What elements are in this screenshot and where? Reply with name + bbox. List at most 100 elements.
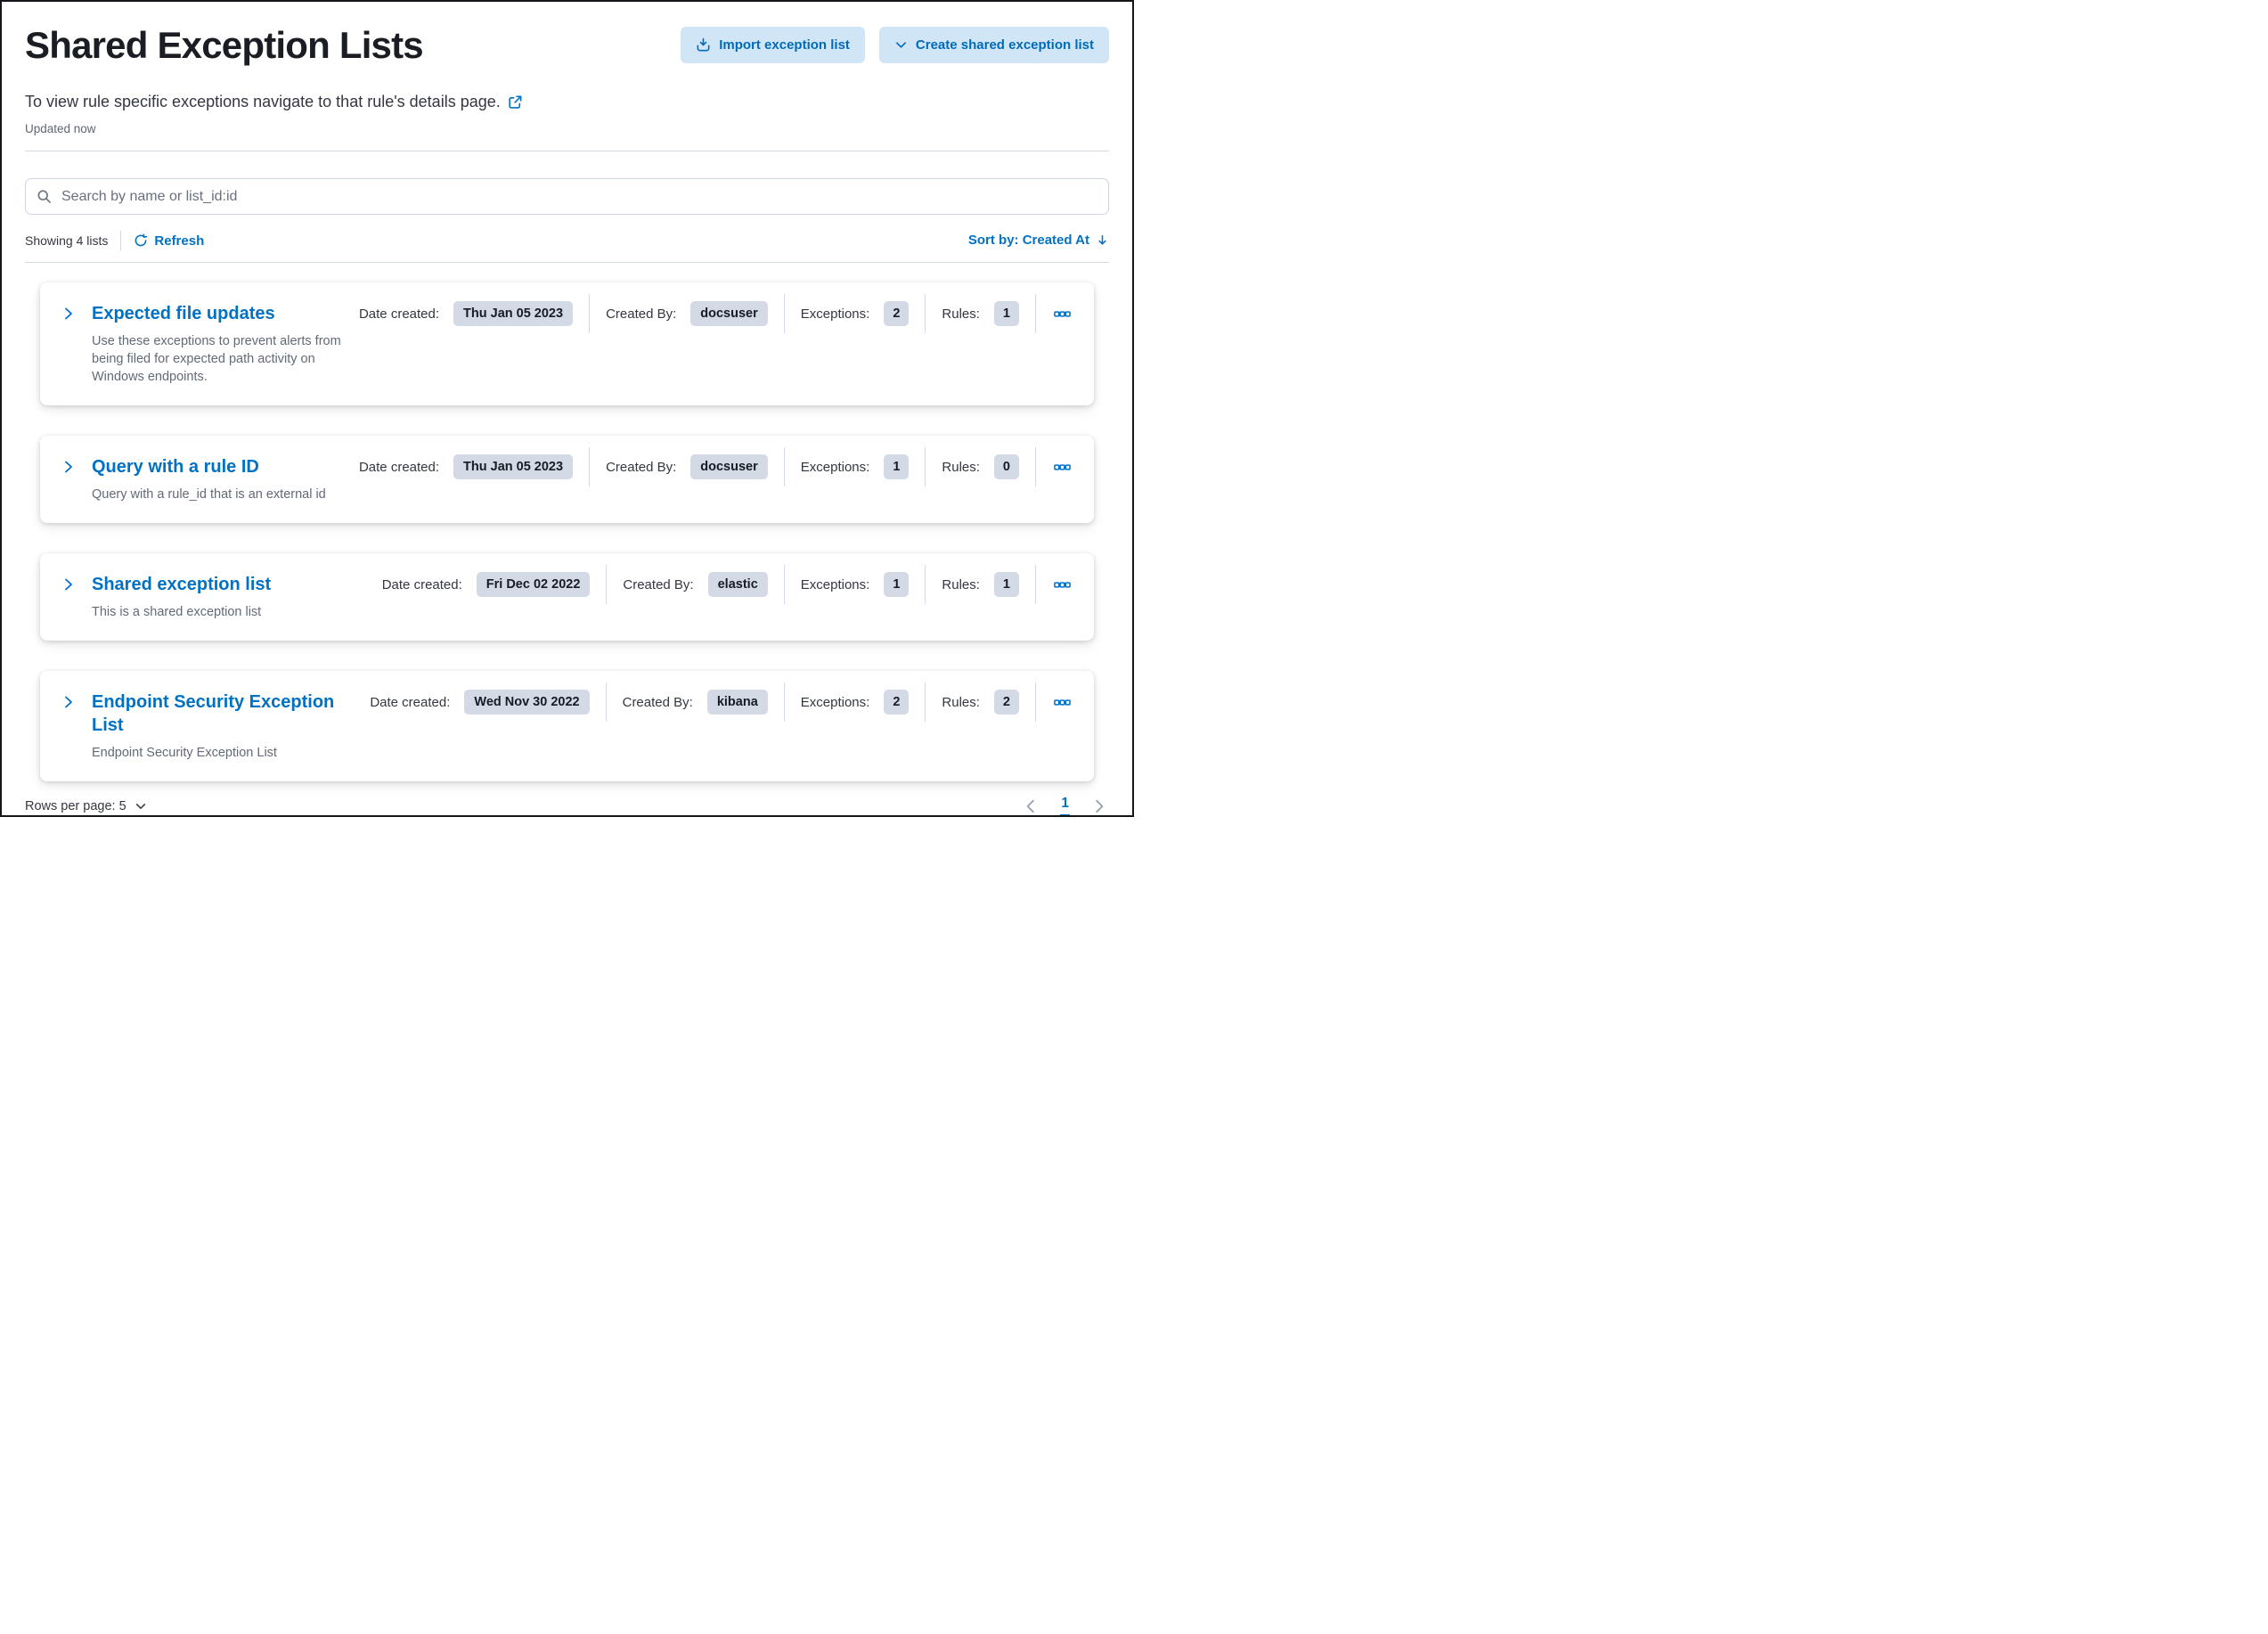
created-by-label: Created By: (606, 306, 677, 322)
created-by-badge: docsuser (690, 300, 768, 327)
list-actions-menu-button[interactable] (1052, 575, 1073, 595)
date-created-badge: Wed Nov 30 2022 (464, 689, 590, 715)
sort-by-button[interactable]: Sort by: Created At (968, 233, 1109, 248)
rules-count-badge: 1 (993, 300, 1019, 327)
created-by-badge: docsuser (690, 453, 768, 480)
updated-status: Updated now (25, 122, 96, 136)
pagination: 1 (1021, 796, 1109, 815)
chevron-left-icon (1027, 799, 1035, 813)
chevron-down-icon (135, 803, 145, 809)
meta-divider (783, 294, 785, 334)
previous-page-button[interactable] (1021, 797, 1040, 815)
external-link-icon[interactable] (508, 94, 523, 110)
list-actions-menu-button[interactable] (1052, 304, 1073, 324)
chevron-right-icon (65, 307, 72, 320)
list-actions-menu-button[interactable] (1052, 457, 1073, 478)
import-exception-list-button[interactable]: Import exception list (681, 27, 865, 63)
page-number-button[interactable]: 1 (1060, 796, 1070, 815)
table-footer: Rows per page: 5 1 (2, 796, 1132, 815)
boxes-horizontal-icon (1054, 582, 1071, 588)
list-meta: Date created: Wed Nov 30 2022 Created By… (370, 682, 1073, 723)
arrow-down-icon (1098, 235, 1106, 245)
list-description: Use these exceptions to prevent alerts f… (92, 334, 341, 385)
rows-per-page-label: Rows per page: 5 (25, 798, 126, 813)
meta-divider (1035, 294, 1036, 334)
import-icon (697, 37, 710, 52)
date-created-badge: Fri Dec 02 2022 (476, 571, 591, 598)
list-title-link[interactable]: Endpoint Security Exception List (92, 690, 370, 737)
shared-exception-lists-page: Shared Exception Lists Import exception … (2, 2, 1132, 782)
header-actions: Import exception list Create shared exce… (681, 27, 1109, 63)
exceptions-label: Exceptions: (800, 459, 870, 475)
meta-divider (783, 565, 785, 605)
exception-lists: Expected file updates Use these exceptio… (25, 263, 1109, 782)
rules-count-badge: 2 (993, 689, 1019, 715)
date-created-label: Date created: (358, 306, 440, 322)
created-by-label: Created By: (606, 459, 677, 475)
rules-label: Rules: (942, 459, 980, 475)
list-actions-menu-button[interactable] (1052, 692, 1073, 713)
meta-divider (1035, 565, 1036, 605)
subtitle-text: To view rule specific exceptions navigat… (25, 93, 501, 111)
sort-label: Sort by: Created At (967, 233, 1089, 249)
create-button-label: Create shared exception list (915, 37, 1094, 53)
meta-divider (589, 447, 591, 487)
rules-label: Rules: (942, 576, 980, 592)
list-toolbar: Showing 4 lists Refresh Sort by: Created… (25, 231, 1109, 251)
list-meta: Date created: Fri Dec 02 2022 Created By… (382, 565, 1073, 605)
page-header: Shared Exception Lists Import exception … (25, 24, 1109, 66)
rows-per-page-button[interactable]: Rows per page: 5 (25, 799, 147, 813)
next-page-button[interactable] (1089, 797, 1109, 815)
app-window: Shared Exception Lists Import exception … (0, 0, 1134, 817)
meta-divider (1035, 447, 1036, 487)
created-by-label: Created By: (622, 694, 693, 710)
exceptions-count-badge: 2 (884, 300, 910, 327)
refresh-icon (135, 233, 148, 247)
created-by-badge: kibana (706, 689, 768, 715)
list-meta: Date created: Thu Jan 05 2023 Created By… (358, 294, 1073, 334)
showing-count: Showing 4 lists (25, 233, 109, 249)
meta-divider (783, 682, 785, 723)
page-title: Shared Exception Lists (25, 24, 424, 66)
refresh-label: Refresh (154, 233, 205, 249)
list-item: Shared exception list This is a shared e… (40, 553, 1094, 641)
import-button-label: Import exception list (719, 37, 850, 53)
search-bar (25, 178, 1109, 216)
date-created-badge: Thu Jan 05 2023 (453, 300, 574, 327)
created-by-label: Created By: (623, 576, 694, 592)
exceptions-label: Exceptions: (800, 694, 870, 710)
meta-divider (1035, 682, 1036, 723)
expand-list-button[interactable] (61, 460, 76, 474)
search-icon (37, 190, 51, 204)
toolbar-divider (120, 231, 122, 251)
meta-divider (606, 565, 608, 605)
exceptions-count-badge: 1 (884, 571, 910, 598)
page-subtitle: To view rule specific exceptions navigat… (25, 93, 1109, 111)
boxes-horizontal-icon (1054, 464, 1071, 470)
boxes-horizontal-icon (1054, 699, 1071, 706)
list-title-link[interactable]: Shared exception list (92, 573, 271, 596)
meta-divider (589, 294, 591, 334)
rules-count-badge: 1 (993, 571, 1019, 598)
rules-label: Rules: (942, 306, 980, 322)
list-item: Expected file updates Use these exceptio… (40, 282, 1094, 406)
refresh-button[interactable]: Refresh (134, 233, 204, 249)
date-created-label: Date created: (358, 459, 440, 475)
list-description: This is a shared exception list (92, 605, 262, 620)
boxes-horizontal-icon (1054, 311, 1071, 317)
chevron-right-icon (1096, 799, 1104, 813)
list-title-link[interactable]: Expected file updates (92, 302, 275, 325)
exceptions-label: Exceptions: (800, 306, 870, 322)
expand-list-button[interactable] (61, 695, 76, 709)
search-input[interactable] (25, 178, 1109, 216)
list-title-link[interactable]: Query with a rule ID (92, 455, 259, 478)
chevron-down-icon (895, 42, 906, 48)
list-meta: Date created: Thu Jan 05 2023 Created By… (358, 447, 1073, 487)
expand-list-button[interactable] (61, 577, 76, 592)
expand-list-button[interactable] (61, 306, 76, 321)
create-shared-exception-list-button[interactable]: Create shared exception list (878, 27, 1109, 63)
list-description: Endpoint Security Exception List (92, 746, 277, 761)
list-item: Endpoint Security Exception List Endpoin… (40, 671, 1094, 782)
date-created-label: Date created: (370, 694, 451, 710)
meta-divider (925, 565, 926, 605)
